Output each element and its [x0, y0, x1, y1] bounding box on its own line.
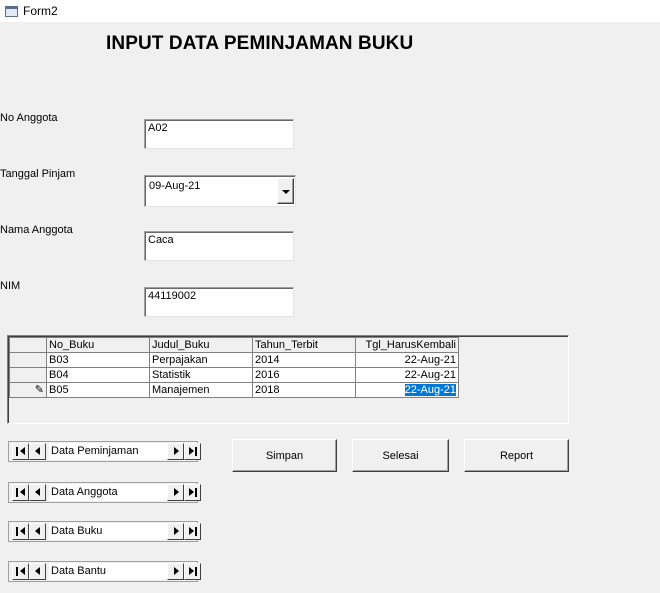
data-control-anggota[interactable]: Data Anggota — [8, 482, 201, 503]
page-title: INPUT DATA PEMINJAMAN BUKU — [106, 33, 414, 54]
grid-cell[interactable]: Perpajakan — [149, 352, 253, 368]
no-anggota-label: No Anggota — [0, 112, 58, 124]
tanggal-pinjam-dropdown[interactable]: 09-Aug-21 — [144, 175, 296, 207]
move-previous-icon[interactable] — [29, 523, 46, 540]
table-row[interactable]: ✎ B05 Manajemen 2018 22-Aug-21 — [9, 382, 459, 398]
data-grid[interactable]: No_Buku Judul_Buku Tahun_Terbit Tgl_Haru… — [7, 335, 569, 424]
move-first-icon[interactable] — [12, 523, 29, 540]
move-next-icon[interactable] — [167, 443, 184, 460]
data-control-caption: Data Buku — [49, 523, 167, 540]
move-last-icon[interactable] — [184, 523, 201, 540]
move-last-icon[interactable] — [184, 443, 201, 460]
title-bar: Form2 — [0, 0, 660, 22]
data-control-caption: Data Anggota — [49, 484, 167, 501]
move-first-icon[interactable] — [12, 563, 29, 580]
move-first-icon[interactable] — [12, 443, 29, 460]
no-anggota-input[interactable]: A02 — [144, 119, 294, 149]
grid-cell[interactable]: Manajemen — [149, 382, 253, 398]
table-row[interactable]: B03 Perpajakan 2014 22-Aug-21 — [9, 352, 459, 368]
selected-cell-text[interactable]: 22-Aug-21 — [404, 383, 456, 396]
move-previous-icon[interactable] — [29, 443, 46, 460]
column-header[interactable]: Judul_Buku — [149, 337, 253, 353]
column-header[interactable]: Tahun_Terbit — [252, 337, 356, 353]
move-next-icon[interactable] — [167, 563, 184, 580]
data-control-peminjaman[interactable]: Data Peminjaman — [8, 441, 201, 462]
grid-cell[interactable]: 2016 — [252, 367, 356, 383]
grid-cell[interactable]: B03 — [46, 352, 150, 368]
move-previous-icon[interactable] — [29, 484, 46, 501]
dropdown-arrow-icon[interactable] — [277, 178, 294, 204]
nim-input[interactable]: 44119002 — [144, 287, 294, 317]
form-window-icon — [5, 6, 18, 17]
move-next-icon[interactable] — [167, 523, 184, 540]
grid-cell[interactable]: 22-Aug-21 — [355, 352, 459, 368]
grid-cell[interactable]: Statistik — [149, 367, 253, 383]
report-button[interactable]: Report — [464, 439, 569, 472]
tanggal-pinjam-label: Tanggal Pinjam — [0, 168, 76, 180]
move-last-icon[interactable] — [184, 484, 201, 501]
move-last-icon[interactable] — [184, 563, 201, 580]
data-control-bantu[interactable]: Data Bantu — [8, 561, 201, 582]
grid-cell[interactable]: B04 — [46, 367, 150, 383]
data-grid-table: No_Buku Judul_Buku Tahun_Terbit Tgl_Haru… — [9, 337, 459, 398]
data-control-caption: Data Peminjaman — [49, 443, 167, 460]
table-row[interactable]: B04 Statistik 2016 22-Aug-21 — [9, 367, 459, 383]
data-control-buku[interactable]: Data Buku — [8, 521, 201, 542]
row-selector-header — [9, 337, 47, 353]
move-previous-icon[interactable] — [29, 563, 46, 580]
nim-label: NIM — [0, 280, 21, 292]
move-next-icon[interactable] — [167, 484, 184, 501]
grid-cell-selected[interactable]: 22-Aug-21 — [355, 382, 459, 398]
nama-anggota-label: Nama Anggota — [0, 224, 73, 236]
move-first-icon[interactable] — [12, 484, 29, 501]
grid-cell[interactable]: 2014 — [252, 352, 356, 368]
simpan-button[interactable]: Simpan — [232, 439, 337, 472]
nama-anggota-input[interactable]: Caca — [144, 231, 294, 261]
grid-cell[interactable]: B05 — [46, 382, 150, 398]
grid-cell[interactable]: 22-Aug-21 — [355, 367, 459, 383]
window-title: Form2 — [23, 4, 58, 18]
tanggal-pinjam-value: 09-Aug-21 — [149, 180, 201, 192]
row-selector[interactable] — [9, 367, 47, 383]
data-control-caption: Data Bantu — [49, 563, 167, 580]
column-header[interactable]: Tgl_HarusKembali — [355, 337, 459, 353]
row-selector[interactable] — [9, 352, 47, 368]
edit-row-indicator-icon[interactable]: ✎ — [9, 382, 47, 398]
column-header[interactable]: No_Buku — [46, 337, 150, 353]
grid-cell[interactable]: 2018 — [252, 382, 356, 398]
selesai-button[interactable]: Selesai — [352, 439, 449, 472]
grid-header-row: No_Buku Judul_Buku Tahun_Terbit Tgl_Haru… — [9, 337, 459, 353]
